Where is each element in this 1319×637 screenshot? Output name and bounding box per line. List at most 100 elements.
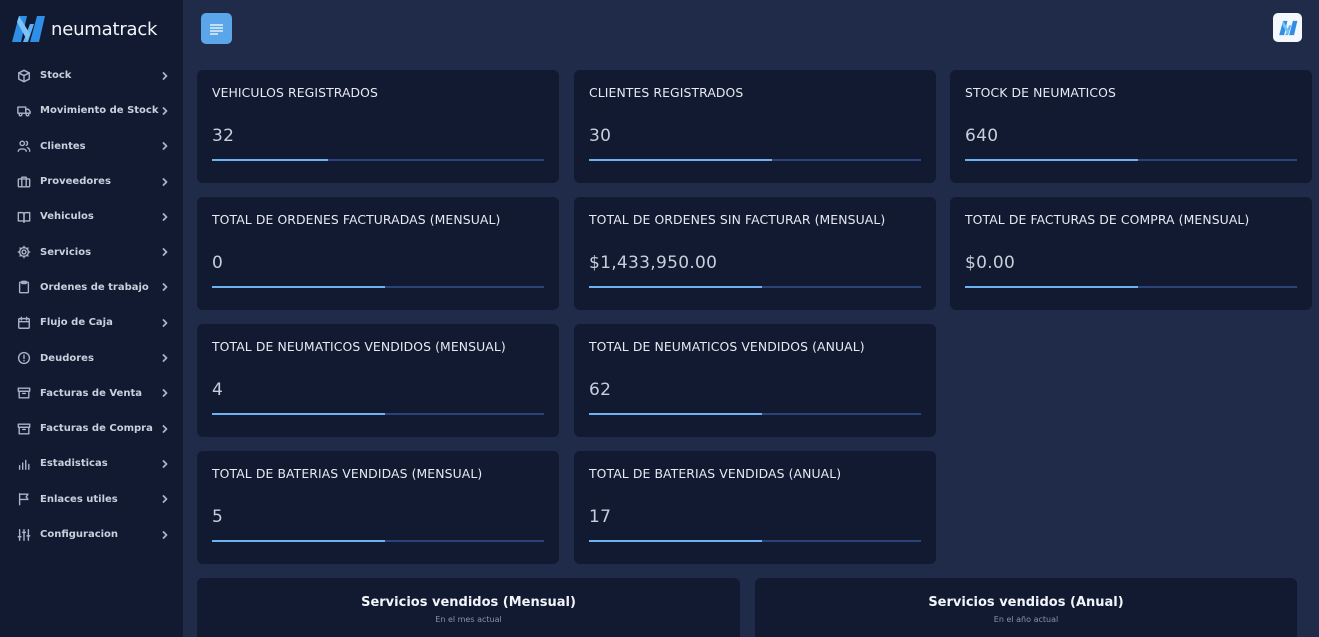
- card-value: $1,433,950.00: [589, 253, 718, 273]
- stat-card: TOTAL DE ORDENES SIN FACTURAR (MENSUAL) …: [574, 197, 936, 310]
- archive-icon: [17, 422, 31, 436]
- users-icon: [17, 139, 31, 153]
- sidebar-item-label: Facturas de Venta: [40, 387, 142, 399]
- card-title: TOTAL DE ORDENES SIN FACTURAR (MENSUAL): [589, 212, 886, 227]
- truck-icon: [17, 104, 31, 118]
- sidebar-item-facturas-de-compra[interactable]: Facturas de Compra: [0, 411, 183, 446]
- panel-subtitle: En el mes actual: [435, 615, 502, 624]
- progress-fill: [589, 413, 762, 415]
- sidebar-item-facturas-de-venta[interactable]: Facturas de Venta: [0, 376, 183, 411]
- stat-card: VEHICULOS REGISTRADOS 32: [197, 70, 559, 183]
- card-title: VEHICULOS REGISTRADOS: [212, 85, 378, 100]
- sidebar-item-clientes[interactable]: Clientes: [0, 129, 183, 164]
- progress-fill: [965, 286, 1138, 288]
- brand[interactable]: neumatrack: [8, 14, 157, 44]
- brand-name: neumatrack: [51, 18, 158, 40]
- chevron-right-icon: [161, 107, 169, 115]
- stat-card: TOTAL DE BATERIAS VENDIDAS (ANUAL) 17: [574, 451, 936, 564]
- stat-card: TOTAL DE NEUMATICOS VENDIDOS (MENSUAL) 4: [197, 324, 559, 437]
- stat-card: TOTAL DE FACTURAS DE COMPRA (MENSUAL) $0…: [950, 197, 1312, 310]
- sliders-icon: [17, 528, 31, 542]
- panel-title: Servicios vendidos (Anual): [928, 595, 1124, 610]
- servicios-anual-panel: Servicios vendidos (Anual) En el año act…: [755, 578, 1297, 637]
- progress-bar: [965, 159, 1297, 161]
- stat-card: TOTAL DE ORDENES FACTURADAS (MENSUAL) 0: [197, 197, 559, 310]
- chevron-right-icon: [161, 318, 169, 327]
- chevron-right-icon: [161, 389, 169, 398]
- sidebar-item-label: Facturas de Compra: [40, 423, 153, 435]
- sidebar-item-label: Proveedores: [40, 176, 111, 188]
- sidebar-item-vehiculos[interactable]: Vehiculos: [0, 199, 183, 234]
- clipboard-icon: [17, 280, 31, 294]
- book-icon: [17, 210, 31, 224]
- progress-fill: [589, 286, 762, 288]
- sidebar-item-flujo-de-caja[interactable]: Flujo de Caja: [0, 305, 183, 340]
- card-value: 640: [965, 126, 999, 146]
- chevron-right-icon: [161, 495, 169, 504]
- card-value: 17: [589, 507, 612, 527]
- card-value: 5: [212, 507, 224, 527]
- sidebar-item-label: Servicios: [40, 246, 92, 258]
- sidebar-item-servicios[interactable]: Servicios: [0, 234, 183, 269]
- gear-icon: [17, 245, 31, 259]
- card-title: TOTAL DE ORDENES FACTURADAS (MENSUAL): [212, 212, 501, 227]
- sidebar-item-stock[interactable]: Stock: [0, 58, 183, 93]
- progress-fill: [212, 159, 329, 161]
- sidebar-item-label: Deudores: [40, 352, 94, 364]
- progress-bar: [212, 413, 544, 415]
- panel-title: Servicios vendidos (Mensual): [361, 595, 576, 610]
- chevron-right-icon: [161, 248, 169, 257]
- chevron-right-icon: [161, 530, 169, 539]
- card-value: 62: [589, 380, 612, 400]
- sidebar-item-estadisticas[interactable]: Estadisticas: [0, 446, 183, 481]
- sidebar-item-enlaces-utiles[interactable]: Enlaces utiles: [0, 482, 183, 517]
- archive-icon: [17, 386, 31, 400]
- sidebar-item-proveedores[interactable]: Proveedores: [0, 164, 183, 199]
- card-title: TOTAL DE NEUMATICOS VENDIDOS (MENSUAL): [212, 339, 506, 354]
- stat-card: TOTAL DE NEUMATICOS VENDIDOS (ANUAL) 62: [574, 324, 936, 437]
- progress-bar: [589, 413, 921, 415]
- card-value: 30: [589, 126, 612, 146]
- menu-toggle-button[interactable]: [201, 13, 232, 44]
- card-value: 0: [212, 253, 224, 273]
- progress-fill: [212, 286, 385, 288]
- progress-bar: [212, 540, 544, 542]
- progress-fill: [965, 159, 1138, 161]
- sidebar-item-label: Configuracion: [40, 529, 119, 540]
- stat-card: CLIENTES REGISTRADOS 30: [574, 70, 936, 183]
- card-title: TOTAL DE BATERIAS VENDIDAS (ANUAL): [589, 466, 842, 481]
- sidebar-item-label: Stock: [40, 70, 72, 82]
- sidebar-item-label: Vehiculos: [40, 211, 94, 223]
- sidebar-item-label: Estadisticas: [40, 458, 108, 470]
- sidebar: neumatrack Stock Movimiento de Stock Cli…: [0, 0, 183, 637]
- sidebar-item-deudores[interactable]: Deudores: [0, 340, 183, 375]
- sidebar-item-label: Clientes: [40, 140, 86, 152]
- sidebar-item-movimiento-de-stock[interactable]: Movimiento de Stock: [0, 93, 183, 128]
- neumatrack-logo: [12, 16, 45, 42]
- chevron-right-icon: [161, 283, 169, 292]
- bar-chart-icon: [17, 457, 31, 471]
- sidebar-item-label: Enlaces utiles: [40, 493, 118, 505]
- briefcase-icon: [17, 175, 31, 189]
- progress-bar: [589, 159, 921, 161]
- progress-fill: [212, 413, 385, 415]
- card-value: 32: [212, 126, 235, 146]
- card-value: $0.00: [965, 253, 1016, 273]
- sidebar-item-ordenes-de-trabajo[interactable]: Ordenes de trabajo: [0, 270, 183, 305]
- chevron-right-icon: [161, 177, 169, 186]
- sidebar-item-configuracion[interactable]: Configuracion: [0, 517, 183, 552]
- card-title: STOCK DE NEUMATICOS: [965, 85, 1116, 100]
- progress-fill: [589, 540, 762, 542]
- chevron-right-icon: [161, 142, 169, 151]
- progress-bar: [212, 286, 544, 288]
- progress-bar: [589, 540, 921, 542]
- progress-fill: [589, 159, 772, 161]
- chevron-right-icon: [161, 460, 169, 468]
- alert-circle-icon: [17, 351, 31, 365]
- menu-icon: [210, 23, 223, 35]
- avatar[interactable]: [1273, 13, 1302, 42]
- chevron-right-icon: [161, 71, 169, 80]
- card-title: CLIENTES REGISTRADOS: [589, 85, 744, 100]
- chevron-right-icon: [161, 354, 169, 362]
- progress-bar: [965, 286, 1297, 288]
